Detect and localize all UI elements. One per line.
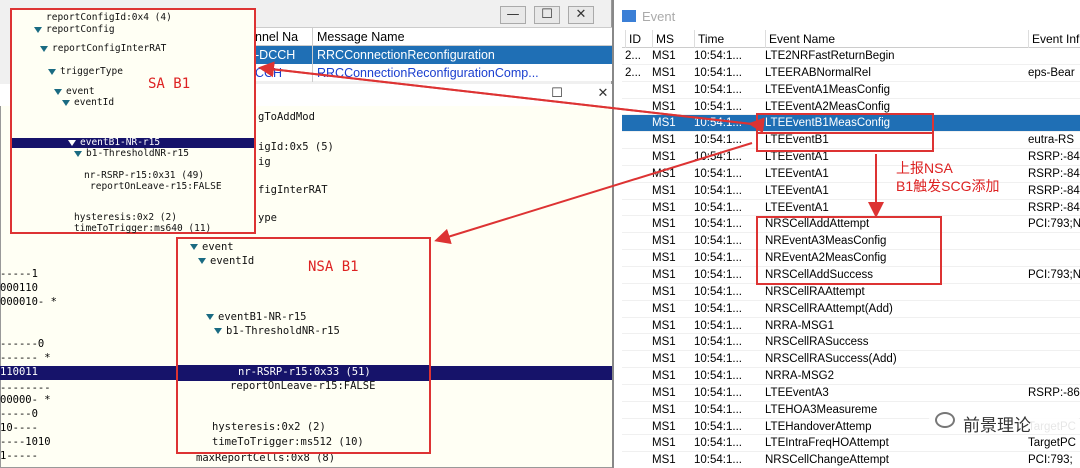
arrow-to-nsa — [434, 142, 753, 245]
annotation-arrows — [258, 61, 884, 245]
arrow-sa-back — [261, 67, 765, 134]
